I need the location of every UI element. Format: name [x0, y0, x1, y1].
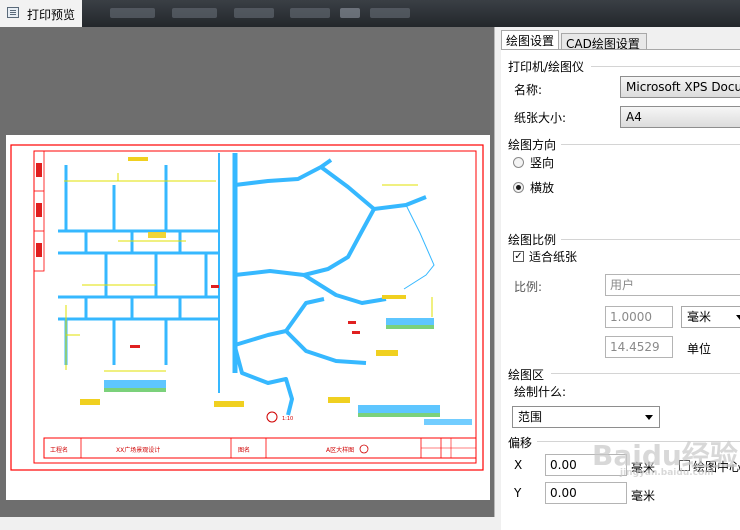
printer-name-label: 名称: [514, 83, 543, 97]
offset-group-label: 偏移 [508, 434, 535, 451]
chevron-down-icon [736, 315, 740, 320]
stone-paths [233, 158, 427, 416]
title-bar: 打印预览 [0, 0, 740, 27]
paper-preview: 工程名 XX广场景观设计 图名 A区大样图 1:10 [6, 135, 490, 500]
print-preview-icon [7, 7, 19, 18]
title-block [43, 437, 477, 459]
print-preview-area[interactable]: 工程名 XX广场景观设计 图名 A区大样图 1:10 [0, 27, 494, 517]
scale-ratio-select[interactable]: 用户 [605, 274, 740, 296]
window-title: 打印预览 [27, 8, 76, 22]
scale-group-label: 绘图比例 [508, 231, 559, 248]
printer-group-label: 打印机/绘图仪 [508, 58, 587, 75]
tb-drawing-label: 图名 [238, 446, 250, 454]
blurred-tab [370, 8, 410, 18]
cad-drawing: 工程名 XX广场景观设计 图名 A区大样图 1:10 [10, 144, 484, 471]
drawing-frame [10, 144, 484, 471]
offset-y-label: Y [514, 486, 522, 500]
offset-y-unit: 毫米 [631, 489, 656, 503]
paving-grid [58, 165, 220, 365]
paper-size-select[interactable]: A4 [620, 106, 740, 128]
scale-value-1[interactable]: 1.0000 [605, 306, 673, 328]
landscape-label: 横放 [530, 181, 555, 195]
plot-what-select[interactable]: 范围 [512, 406, 660, 428]
blurred-tab [234, 8, 274, 18]
fit-to-paper-label: 适合纸张 [529, 250, 578, 264]
scale-value-2[interactable]: 14.4529 [605, 336, 673, 358]
printer-name-select[interactable]: Microsoft XPS Docu [620, 76, 740, 98]
offset-y-input[interactable]: 0.00 [545, 482, 627, 504]
detail-marker [266, 411, 278, 423]
portrait-radio[interactable] [513, 157, 524, 168]
chevron-down-icon [645, 415, 653, 420]
plot-what-label: 绘制什么: [514, 385, 567, 399]
tb-drawing-name: A区大样图 [326, 446, 354, 454]
tb-project-name: XX广场景观设计 [116, 446, 160, 454]
watermark-url: jingyan.baidu.com [620, 468, 714, 478]
title-area: 打印预览 [0, 0, 82, 27]
blurred-tab [290, 8, 330, 18]
orientation-group-label: 绘图方向 [508, 136, 559, 153]
scale-unit-select[interactable]: 毫米 [681, 306, 740, 328]
tb-project-label: 工程名 [50, 446, 68, 454]
offset-x-label: X [514, 458, 523, 472]
fit-to-paper-checkbox[interactable]: ✓ [513, 251, 524, 262]
blurred-tab [340, 8, 360, 18]
scale-ratio-label: 比例: [514, 280, 543, 294]
portrait-label: 竖向 [530, 156, 555, 170]
paper-size-label: 纸张大小: [514, 111, 567, 125]
detail-scale: 1:10 [282, 416, 293, 422]
plot-area-group-label: 绘图区 [508, 366, 547, 383]
blurred-tab [110, 8, 155, 18]
blurred-tab [172, 8, 217, 18]
scale-unit-2-label: 单位 [687, 342, 712, 356]
landscape-radio[interactable] [513, 182, 524, 193]
